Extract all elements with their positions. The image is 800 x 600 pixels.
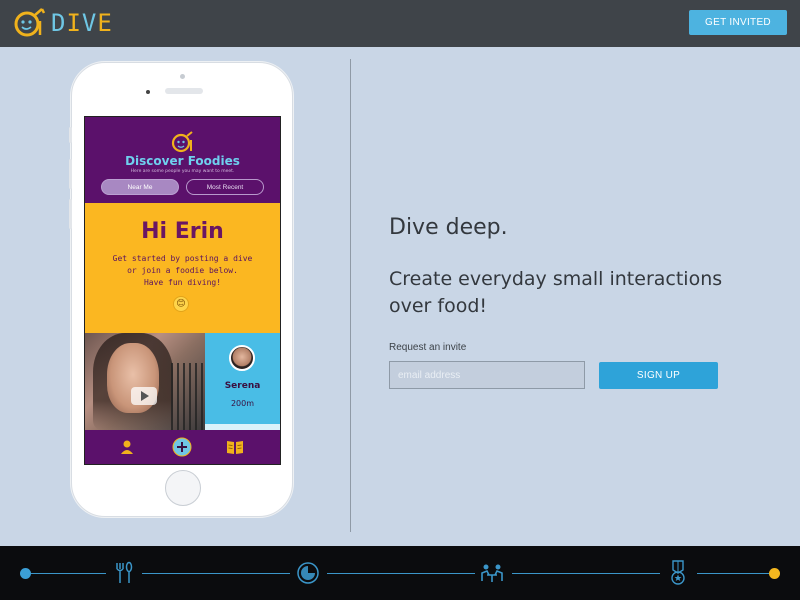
timeline-segment [327, 573, 475, 574]
phone-speaker [165, 88, 203, 94]
dining-people-icon[interactable] [479, 560, 505, 586]
phone-mockup: Discover Foodies Here are some people yo… [69, 62, 293, 517]
vertical-divider [350, 59, 351, 532]
timeline-start-dot[interactable] [20, 568, 31, 579]
phone-screen: Discover Foodies Here are some people yo… [84, 116, 281, 465]
top-navbar: DIVE GET INVITED [0, 0, 800, 47]
medal-icon[interactable] [665, 560, 691, 586]
phone-volume-up [69, 159, 72, 189]
timeline-segment [512, 573, 660, 574]
phone-volume-down [69, 199, 72, 229]
smiley-icon: 😊 [173, 296, 189, 312]
timeline-segment [697, 573, 769, 574]
most-recent-tab[interactable]: Most Recent [186, 179, 264, 195]
app-bottom-nav [85, 430, 280, 464]
fork-spoon-icon[interactable] [110, 560, 136, 586]
phone-camera [180, 74, 185, 79]
near-me-tab[interactable]: Near Me [101, 179, 179, 195]
photo-railing [171, 363, 205, 430]
greeting-body: Get started by posting a dive or join a … [112, 254, 253, 287]
logo-text: DIVE [51, 9, 113, 37]
logo-face-icon [14, 8, 46, 37]
profile-name: Serena [224, 381, 261, 391]
timeline-segment [142, 573, 290, 574]
app-subtitle: Here are some people you may want to mee… [130, 169, 235, 174]
app-logo-icon [171, 131, 193, 153]
request-invite-label: Request an invite [389, 342, 467, 353]
sign-up-button[interactable]: SIGN UP [599, 362, 718, 389]
hero-subheadline: Create everyday small interactions over … [389, 268, 723, 317]
clock-icon[interactable] [295, 560, 321, 586]
email-field[interactable] [389, 361, 585, 389]
hero-headline: Dive deep. [389, 215, 508, 240]
person-icon[interactable] [117, 437, 137, 457]
profile-distance: 200m [230, 399, 255, 408]
phone-sensor [146, 90, 150, 94]
profile-card[interactable]: Serena 200m [205, 333, 280, 430]
play-icon[interactable] [131, 387, 157, 405]
menu-book-icon[interactable] [225, 437, 245, 457]
greeting-card: Hi Erin Get started by posting a dive or… [85, 203, 280, 333]
add-icon[interactable] [172, 437, 192, 457]
dive-logo[interactable]: DIVE [13, 7, 123, 39]
greeting-title: Hi Erin [141, 219, 224, 244]
get-invited-button[interactable]: GET INVITED [689, 10, 787, 35]
phone-home-button [165, 470, 201, 506]
app-title: Discover Foodies [125, 154, 240, 168]
timeline-segment [30, 573, 106, 574]
video-card[interactable] [85, 333, 205, 430]
app-header: Discover Foodies Here are some people yo… [85, 117, 280, 203]
timeline-end-dot[interactable] [769, 568, 780, 579]
timeline-footer [0, 546, 800, 600]
avatar [229, 345, 255, 371]
phone-mute-switch [69, 127, 72, 143]
